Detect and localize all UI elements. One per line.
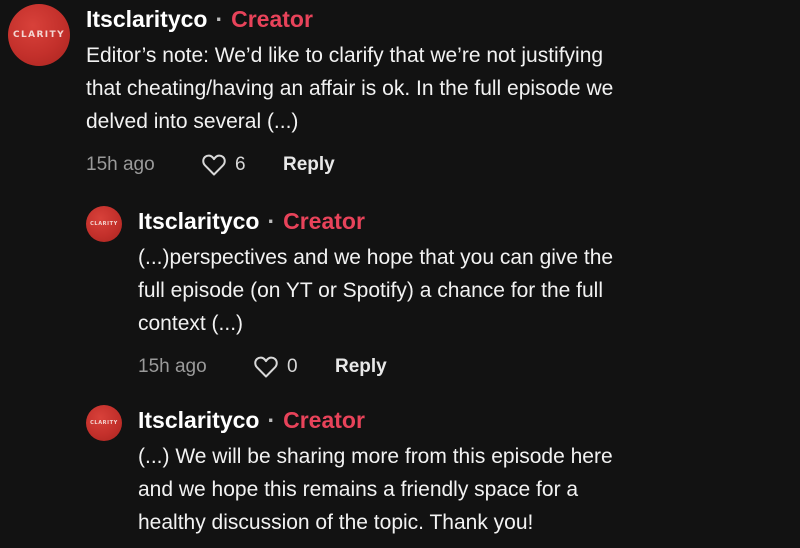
- timestamp: 15h ago: [86, 154, 155, 175]
- like-button[interactable]: 0: [253, 355, 335, 379]
- comment-header: Itsclarityco · Creator: [138, 206, 698, 236]
- avatar-logo-text: CLARITY: [90, 221, 118, 227]
- separator-dot: ·: [215, 6, 224, 32]
- avatar[interactable]: CLARITY: [8, 4, 70, 66]
- reply-comment: CLARITY Itsclarityco · Creator (...) We …: [86, 405, 698, 539]
- avatar-logo-text: CLARITY: [12, 30, 66, 40]
- username[interactable]: Itsclarityco: [86, 4, 207, 34]
- comment-text: (...) We will be sharing more from this …: [138, 440, 698, 539]
- comment-text-line: Editor’s note: We’d like to clarify that…: [86, 44, 604, 67]
- comment-text-line: delved into several (...): [86, 110, 299, 133]
- creator-badge: Creator: [283, 208, 365, 234]
- like-count: 0: [287, 356, 298, 377]
- comment-header: Itsclarityco · Creator: [86, 4, 696, 34]
- avatar[interactable]: CLARITY: [86, 206, 122, 242]
- heart-outline-icon: [254, 356, 278, 378]
- comment-text: (...)perspectives and we hope that you c…: [138, 241, 698, 340]
- avatar-logo-text: CLARITY: [90, 420, 118, 426]
- reply-comment: CLARITY Itsclarityco · Creator (...)pers…: [86, 206, 698, 382]
- comment-body: Itsclarityco · Creator Editor’s note: We…: [86, 4, 696, 180]
- comment: CLARITY Itsclarityco · Creator Editor’s …: [8, 4, 696, 180]
- comment-header: Itsclarityco · Creator: [138, 405, 698, 435]
- comment-text-line: (...) We will be sharing more from this …: [138, 445, 613, 468]
- like-button[interactable]: 6: [201, 153, 283, 177]
- reply-button[interactable]: Reply: [335, 356, 387, 378]
- creator-badge: Creator: [231, 6, 313, 32]
- separator-dot: ·: [267, 407, 276, 433]
- username[interactable]: Itsclarityco: [138, 206, 259, 236]
- comment-text-line: and we hope this remains a friendly spac…: [138, 478, 579, 501]
- comment-meta: 15h ago 6 Reply: [86, 150, 696, 180]
- username[interactable]: Itsclarityco: [138, 405, 259, 435]
- creator-badge: Creator: [283, 407, 365, 433]
- heart-outline-icon: [202, 154, 226, 176]
- comment-text-line: context (...): [138, 312, 244, 335]
- like-count: 6: [235, 154, 246, 175]
- comment-text-line: full episode (on YT or Spotify) a chance…: [138, 279, 603, 302]
- comment-text-line: healthy discussion of the topic. Thank y…: [138, 511, 534, 534]
- comment-body: Itsclarityco · Creator (...) We will be …: [138, 405, 698, 539]
- separator-dot: ·: [267, 208, 276, 234]
- reply-button[interactable]: Reply: [283, 154, 335, 176]
- comment-meta: 15h ago 0 Reply: [138, 352, 698, 382]
- avatar[interactable]: CLARITY: [86, 405, 122, 441]
- comment-text-line: that cheating/having an affair is ok. In…: [86, 77, 614, 100]
- comment-text: Editor’s note: We’d like to clarify that…: [86, 39, 696, 138]
- comment-text-line: (...)perspectives and we hope that you c…: [138, 246, 614, 269]
- comment-body: Itsclarityco · Creator (...)perspectives…: [138, 206, 698, 382]
- timestamp: 15h ago: [138, 356, 207, 377]
